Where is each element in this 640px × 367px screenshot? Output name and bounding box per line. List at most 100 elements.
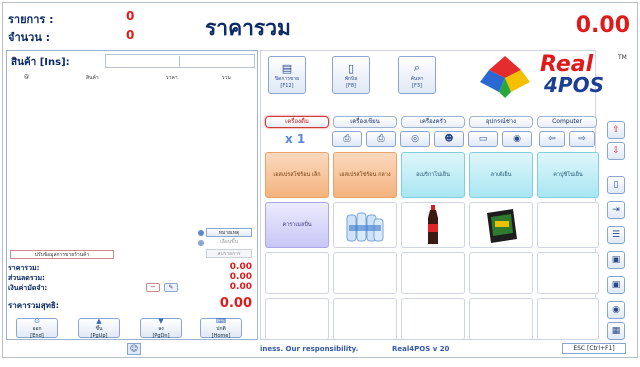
page-up-button[interactable]: ▲ ขึ้น [PgUp]	[78, 317, 120, 339]
exit-icon: ⊙	[34, 317, 40, 325]
move-up-dot	[198, 240, 204, 246]
quantity-multiplier[interactable]: x 1	[285, 132, 305, 146]
page-up-label: ขึ้น	[95, 326, 103, 332]
calculator-icon[interactable]: ▦	[607, 322, 625, 340]
col-name: สินค้า	[86, 75, 99, 81]
note-button[interactable]: หมายเหตุ	[206, 228, 252, 237]
floppy-icon[interactable]: ▣	[607, 276, 625, 294]
product-tile-empty[interactable]	[537, 252, 599, 294]
arrow-down-icon: ▼	[158, 317, 164, 325]
save-icon[interactable]: ▣	[607, 251, 625, 269]
qty-label: จำนวน :	[8, 31, 51, 44]
user-icon[interactable]: ☺	[127, 343, 141, 355]
list-icon[interactable]: ☰	[607, 226, 625, 244]
prev-arrow-icon[interactable]: ⇦	[539, 131, 565, 147]
product-tile-snack[interactable]	[469, 202, 533, 248]
tab-category-2[interactable]: เครื่องเขียน	[333, 116, 397, 128]
bill-icon: ▯	[347, 61, 355, 75]
product-tile[interactable]: เอสเปรสโซ่ร้อน เล็ก	[265, 152, 329, 198]
search-key: [F3]	[412, 83, 422, 89]
tab-category-1[interactable]: เครื่องดื่ม	[265, 116, 329, 128]
export-icon[interactable]: ⇥	[607, 201, 625, 219]
page-down-key: [PgDn]	[152, 333, 170, 339]
receipt-icon: ▤	[281, 61, 293, 75]
product-input[interactable]	[105, 54, 255, 68]
exit-button[interactable]: ⊙ ออก [End]	[16, 317, 58, 339]
sum-deposit-value: 0.00	[229, 282, 252, 292]
note-dot	[198, 230, 204, 236]
product-tile[interactable]: ลาเต้เย็น	[469, 152, 533, 198]
sum-total-value: 0.00	[229, 262, 252, 272]
printer-icon[interactable]: ⎙	[332, 131, 362, 147]
card-icon[interactable]: ▭	[468, 131, 498, 147]
edit-icon[interactable]: ✎	[164, 283, 178, 292]
close-sale-button[interactable]: ▤ ปิดการขาย [F12]	[268, 56, 306, 94]
disc-icon[interactable]: ◉	[502, 131, 532, 147]
sum-discount-value: 0.00	[229, 272, 252, 282]
drawer-icon[interactable]: ◎	[400, 131, 430, 147]
product-tile-empty[interactable]	[401, 252, 465, 294]
exit-key: [End]	[30, 333, 44, 339]
hold-bill-key: [F8]	[346, 82, 356, 89]
product-tile-cola[interactable]	[401, 202, 465, 248]
search-button[interactable]: ⌕ ค้นหา [F3]	[398, 56, 436, 94]
snack-pack-icon	[487, 209, 517, 243]
product-tile-empty[interactable]	[469, 252, 533, 294]
product-tile-empty[interactable]	[401, 298, 465, 340]
sum-deposit-label: เงินค่ามัดจำ:	[8, 284, 48, 292]
status-ticker: iness. Our responsibility.	[260, 345, 359, 353]
product-tile[interactable]: คาปูชิโน่เย็น	[537, 152, 599, 198]
logo-diamond-icon	[480, 56, 530, 98]
search-label: ค้นหา	[410, 76, 424, 82]
table-header: @ สินค้า ราคา รวม	[8, 74, 256, 83]
delete-item-button[interactable]: ลบรายการ	[206, 249, 252, 258]
page-up-key: [PgUp]	[90, 333, 108, 339]
product-tile-empty[interactable]	[265, 252, 329, 294]
home-button[interactable]: ⌨ ปกติ [Home]	[200, 317, 242, 339]
minus-icon[interactable]: −	[146, 283, 160, 292]
adjust-button[interactable]: ปรับข้อมูลการขายร้านค้า	[10, 250, 114, 259]
tab-category-3[interactable]: เครื่องครัว	[401, 116, 465, 128]
product-tile-water[interactable]	[333, 202, 397, 248]
next-arrow-icon[interactable]: ⇨	[569, 131, 595, 147]
hold-bill-button[interactable]: ▯ พักบิล [F8]	[332, 56, 370, 94]
col-sum: รวม	[222, 75, 231, 81]
product-tile-empty[interactable]	[333, 252, 397, 294]
move-up-button[interactable]: เลื่อนขึ้น	[206, 238, 252, 247]
page-down-label: ลง	[158, 326, 164, 332]
product-tile-empty[interactable]	[537, 202, 599, 248]
grand-total: 0.00	[575, 13, 630, 38]
product-tile[interactable]: อเมริกาโน่เย็น	[401, 152, 465, 198]
page-down-button[interactable]: ▼ ลง [PgDn]	[140, 317, 182, 339]
target-icon[interactable]: ◉	[607, 301, 625, 319]
product-label: สินค้า [Ins]:	[11, 57, 70, 68]
product-tile-empty[interactable]	[537, 298, 599, 340]
product-tile[interactable]: คาราเมลปั่น	[265, 202, 329, 248]
tab-category-4[interactable]: อุปกรณ์ช่าง	[469, 116, 533, 128]
water-bottles-icon	[346, 212, 384, 242]
close-sale-label: ปิดการขาย	[274, 75, 300, 82]
tab-category-5[interactable]: Computer	[537, 116, 597, 128]
scroll-down-icon[interactable]: ⇩	[607, 142, 625, 160]
exit-label: ออก	[32, 326, 42, 332]
product-tile-empty[interactable]	[333, 298, 397, 340]
home-key: [Home]	[211, 333, 231, 339]
product-tile[interactable]: เอสเปรสโซ่ร้อน กลาง	[333, 152, 397, 198]
scroll-up-icon[interactable]: ⇧	[607, 121, 625, 139]
esc-button[interactable]: ESC [Ctrl+F1]	[562, 343, 626, 354]
status-version: Real4POS v 20	[392, 345, 450, 353]
document-icon[interactable]: ▯	[607, 176, 625, 194]
product-tile-empty[interactable]	[469, 298, 533, 340]
customer-icon[interactable]: ☻	[434, 131, 464, 147]
product-tile-empty[interactable]	[265, 298, 329, 340]
sum-net-value: 0.00	[219, 296, 252, 311]
arrow-up-icon: ▲	[96, 317, 102, 325]
logo-tm: TM	[618, 54, 627, 61]
keyboard-icon: ⌨	[215, 317, 227, 325]
items-count: 0	[126, 9, 135, 23]
col-no: @	[24, 74, 29, 80]
hold-bill-label: พักบิล	[344, 75, 358, 82]
printer-alt-icon[interactable]: ⎙	[366, 131, 396, 147]
logo-4pos: 4POS	[544, 73, 604, 97]
order-list[interactable]	[8, 85, 256, 227]
